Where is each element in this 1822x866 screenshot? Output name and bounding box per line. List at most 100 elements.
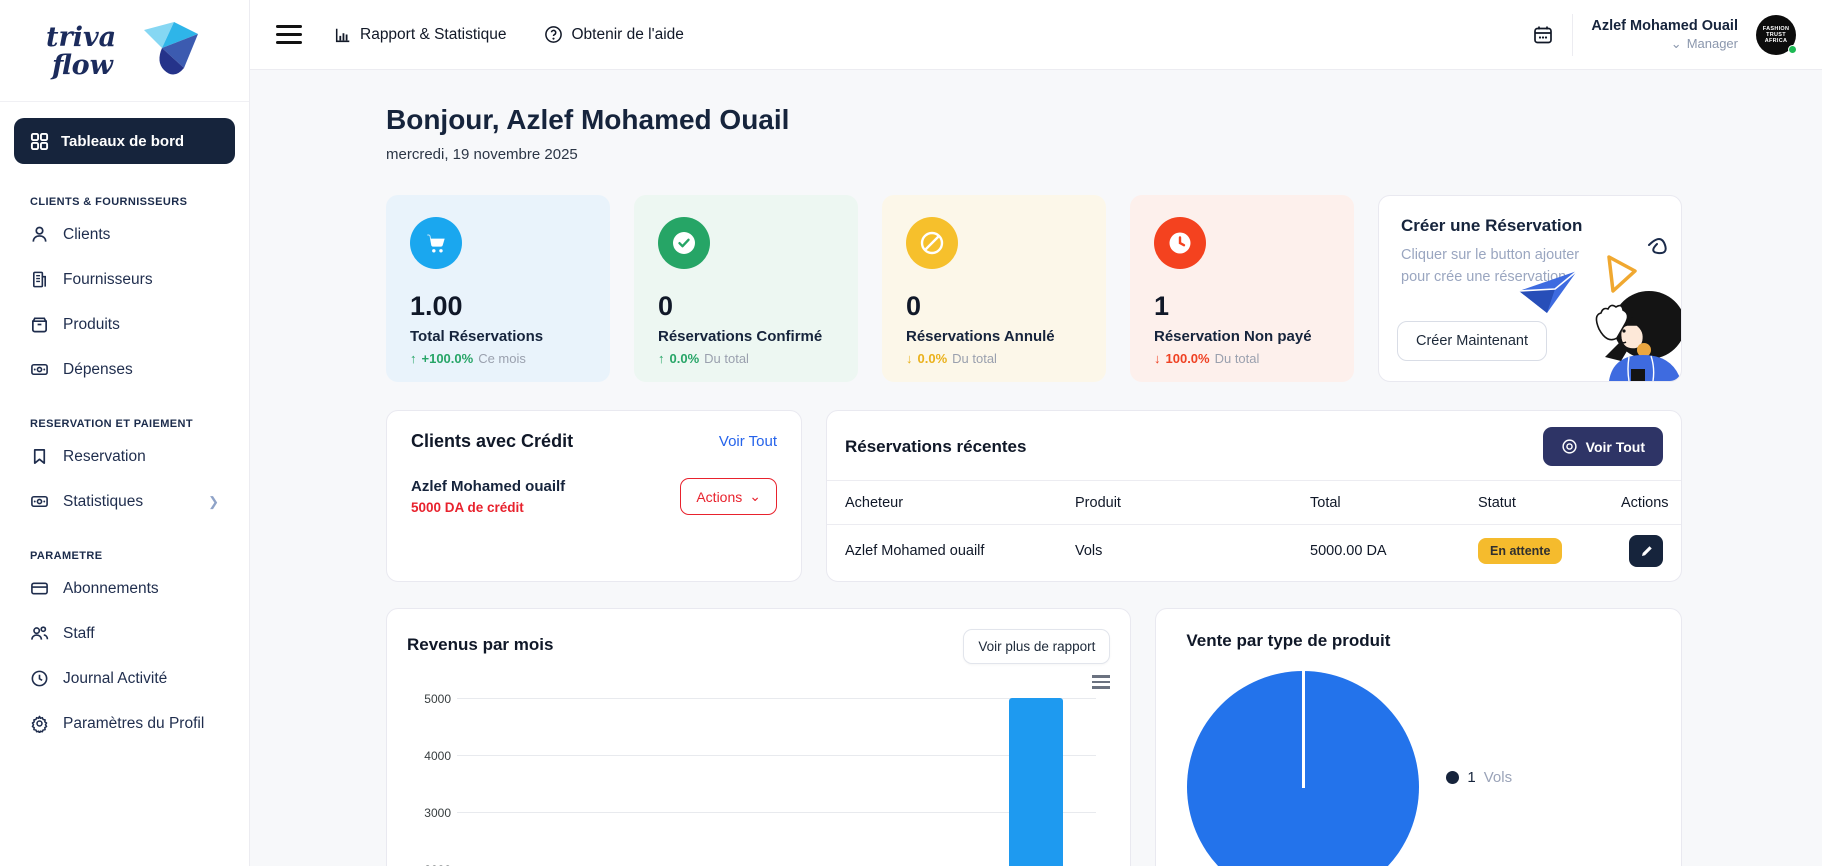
reservations-view-all-button[interactable]: Voir Tout (1543, 427, 1663, 466)
edit-reservation-button[interactable] (1629, 535, 1663, 567)
svg-text:flow: flow (50, 50, 115, 81)
recent-reservations-title: Réservations récentes (845, 437, 1026, 457)
trend-period: Du total (952, 351, 997, 366)
sidebar-item-parametres-profil[interactable]: Paramètres du Profil (0, 701, 249, 746)
column-header-total: Total (1310, 495, 1478, 511)
stat-value: 1 (1154, 291, 1330, 322)
trend-period: Ce mois (478, 351, 526, 366)
sales-chart-title: Vente par type de produit (1156, 609, 1681, 651)
client-credit-amount: 5000 DA de crédit (411, 500, 565, 515)
sidebar-item-label: Journal Activité (63, 670, 167, 688)
sidebar-section-clients-fournisseurs: CLIENTS & FOURNISSEURS (0, 170, 249, 212)
credit-view-all-link[interactable]: Voir Tout (719, 433, 777, 450)
sidebar-item-fournisseurs[interactable]: Fournisseurs (0, 257, 249, 302)
box-icon (30, 315, 49, 334)
cell-acheteur: Azlef Mohamed ouailf (845, 543, 1075, 559)
person-icon (30, 225, 49, 244)
building-icon (30, 270, 49, 289)
current-date: mercredi, 19 novembre 2025 (386, 146, 1682, 163)
cell-produit: Vols (1075, 543, 1310, 559)
stat-value: 0 (658, 291, 834, 322)
trend-down-icon: ↓ (1154, 351, 1161, 366)
clock-icon (1154, 217, 1206, 269)
table-row: Azlef Mohamed ouailf Vols 5000.00 DA En … (827, 525, 1681, 577)
page-title: Bonjour, Azlef Mohamed Ouail (386, 104, 1682, 136)
user-name: Azlef Mohamed Ouail (1591, 18, 1738, 34)
bookmark-icon (30, 447, 49, 466)
topbar: Rapport & Statistique Obtenir de l'aide … (250, 0, 1822, 70)
column-header-acheteur: Acheteur (845, 495, 1075, 511)
sidebar-item-abonnements[interactable]: Abonnements (0, 566, 249, 611)
sidebar-item-depenses[interactable]: Dépenses (0, 347, 249, 392)
banknote-icon (30, 492, 49, 511)
sidebar-item-label: Tableaux de bord (61, 133, 184, 150)
chart-menu-icon[interactable] (1092, 675, 1110, 689)
clock-icon (30, 669, 49, 688)
legend-label: Vols (1484, 769, 1512, 786)
trend-period: Du total (1215, 351, 1260, 366)
trend-up-icon: ↑ (410, 351, 417, 366)
sidebar-item-dashboard[interactable]: Tableaux de bord (14, 118, 235, 164)
get-help-label: Obtenir de l'aide (571, 26, 683, 44)
column-header-statut: Statut (1478, 495, 1621, 511)
gear-icon (30, 714, 49, 733)
revenue-bar-chart: 5000 4000 3000 2000 DA (387, 695, 1130, 866)
sidebar-item-reservation[interactable]: Reservation (0, 434, 249, 479)
pie-slice-divider (1302, 671, 1305, 788)
sidebar: triva flow Tableaux de bord CLIENTS & FO… (0, 0, 250, 866)
trend-up-icon: ↑ (658, 351, 665, 366)
sidebar-item-label: Dépenses (63, 361, 133, 379)
legend-value: 1 (1467, 769, 1475, 786)
sidebar-item-label: Fournisseurs (63, 271, 153, 289)
user-role-label: Manager (1687, 36, 1738, 51)
view-all-label: Voir Tout (1586, 439, 1645, 455)
clients-credit-title: Clients avec Crédit (411, 431, 573, 452)
help-circle-icon (544, 25, 563, 44)
eye-icon (1561, 438, 1578, 455)
sidebar-item-clients[interactable]: Clients (0, 212, 249, 257)
people-icon (30, 624, 49, 643)
cart-icon (410, 217, 462, 269)
report-statistics-label: Rapport & Statistique (360, 26, 506, 44)
pencil-icon (1639, 544, 1654, 559)
stat-card-reservations-annulees: 0 Réservations Annulé ↓ 0.0% Du total (882, 195, 1106, 382)
calendar-icon[interactable] (1532, 24, 1554, 46)
online-status-dot (1788, 45, 1797, 54)
sidebar-item-produits[interactable]: Produits (0, 302, 249, 347)
more-reports-button[interactable]: Voir plus de rapport (963, 629, 1110, 664)
credit-client-row: Azlef Mohamed ouailf 5000 DA de crédit A… (411, 478, 777, 515)
user-menu[interactable]: Azlef Mohamed Ouail ⌄ Manager (1591, 18, 1738, 52)
sidebar-item-statistiques[interactable]: Statistiques ❯ (0, 479, 249, 524)
check-circle-icon (658, 217, 710, 269)
menu-toggle-icon[interactable] (276, 25, 302, 44)
sidebar-section-parametre: PARAMETRE (0, 524, 249, 566)
sidebar-item-label: Statistiques (63, 493, 143, 511)
client-actions-button[interactable]: Actions ⌄ (680, 478, 777, 515)
get-help-link[interactable]: Obtenir de l'aide (544, 25, 683, 44)
sidebar-item-label: Staff (63, 625, 95, 643)
report-statistics-link[interactable]: Rapport & Statistique (334, 26, 506, 44)
revenue-chart-card: Revenus par mois Voir plus de rapport 50… (386, 608, 1131, 866)
sales-by-product-card: Vente par type de produit 1 Vols (1155, 608, 1682, 866)
avatar[interactable]: FASHION TRUST AFRICA (1756, 15, 1796, 55)
recent-reservations-card: Réservations récentes Voir Tout Acheteur… (826, 410, 1682, 582)
stat-label: Réservations Confirmé (658, 328, 834, 345)
y-axis-tick: 4000 (395, 749, 451, 763)
stat-value: 0 (906, 291, 1082, 322)
main-content: Bonjour, Azlef Mohamed Ouail mercredi, 1… (250, 70, 1822, 866)
sidebar-section-reservation-paiement: RESERVATION ET PAIEMENT (0, 392, 249, 434)
chevron-right-icon: ❯ (208, 494, 219, 510)
sidebar-item-label: Abonnements (63, 580, 159, 598)
revenue-bar[interactable] (1009, 698, 1063, 866)
revenue-chart-title: Revenus par mois (407, 629, 553, 655)
clients-credit-card: Clients avec Crédit Voir Tout Azlef Moha… (386, 410, 802, 582)
create-now-button[interactable]: Créer Maintenant (1397, 321, 1547, 361)
sidebar-item-journal-activite[interactable]: Journal Activité (0, 656, 249, 701)
pie-legend[interactable]: 1 Vols (1446, 769, 1512, 786)
sidebar-item-staff[interactable]: Staff (0, 611, 249, 656)
y-axis-tick: 5000 (395, 692, 451, 706)
create-reservation-card: Créer une Réservation Cliquer sur le but… (1378, 195, 1682, 382)
logo[interactable]: triva flow (0, 0, 249, 102)
banknote-icon (30, 360, 49, 379)
cell-total: 5000.00 DA (1310, 543, 1478, 559)
